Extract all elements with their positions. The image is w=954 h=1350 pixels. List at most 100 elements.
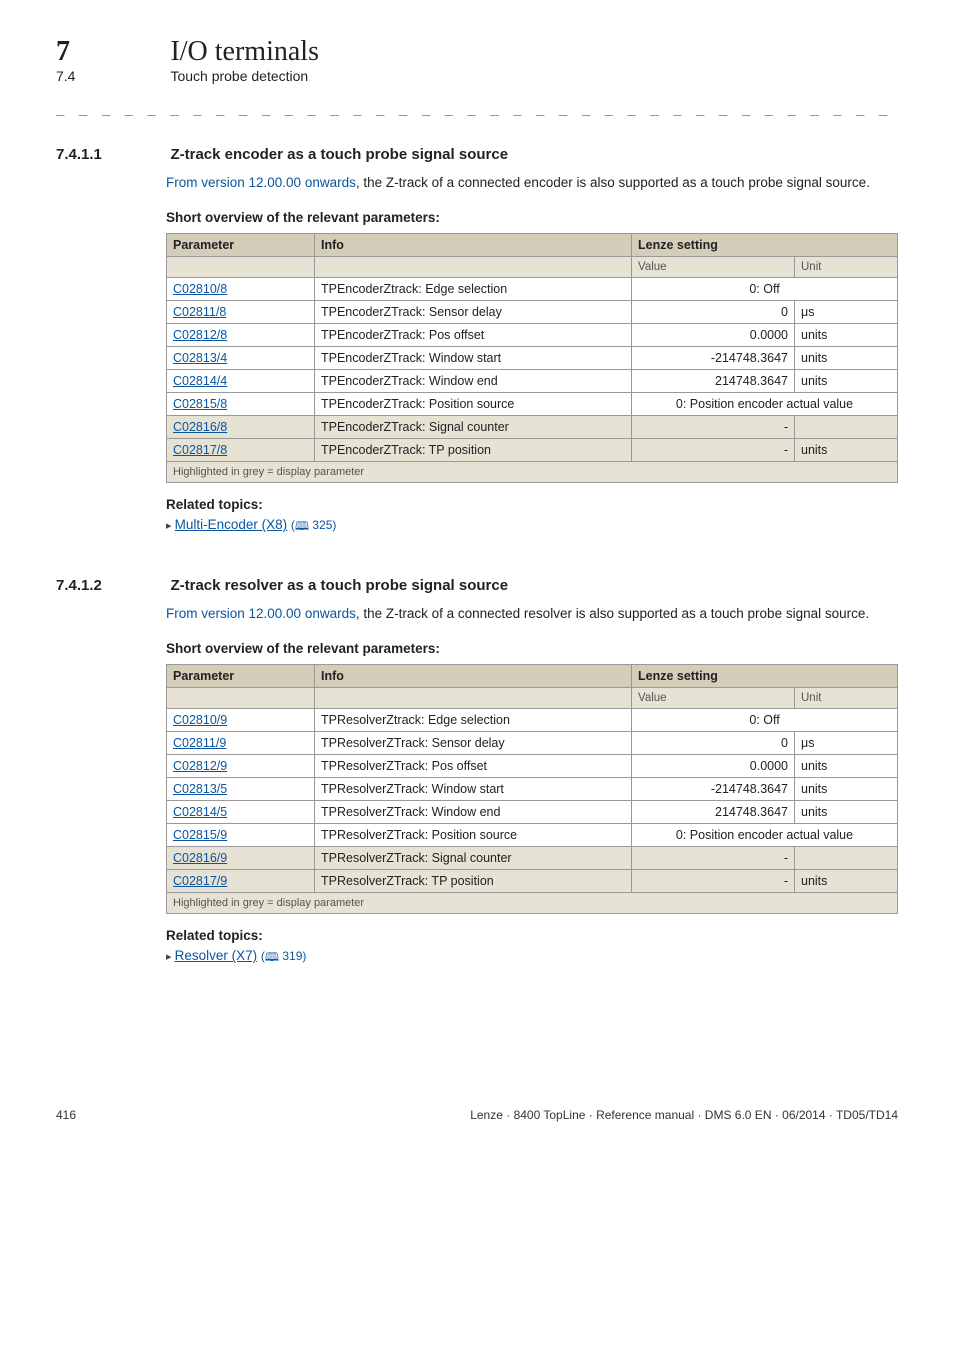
- body-paragraph: From version 12.00.00 onwards, the Z-tra…: [166, 174, 898, 192]
- table-row: C02813/4TPEncoderZTrack: Window start-21…: [167, 347, 898, 370]
- cell-value: -: [632, 870, 795, 893]
- cell-value: 0: Off: [632, 709, 898, 732]
- cell-info: TPResolverZtrack: Edge selection: [315, 709, 632, 732]
- subheader-blank: [167, 688, 315, 709]
- table-row: C02816/9 TPResolverZTrack: Signal counter…: [167, 847, 898, 870]
- subsection-heading: 7.4.1.1 Z-track encoder as a touch probe…: [56, 146, 898, 164]
- heading-number: 7.4.1.2: [56, 577, 166, 594]
- cell-info: TPEncoderZTrack: Pos offset: [315, 324, 632, 347]
- page-number: 416: [56, 1108, 76, 1122]
- cell-info: TPResolverZTrack: Sensor delay: [315, 732, 632, 755]
- related-topics: Related topics: Multi-Encoder (X8) (🕮 32…: [166, 497, 898, 537]
- heading-title: Z-track encoder as a touch probe signal …: [170, 146, 508, 163]
- table-row: C02814/5TPResolverZTrack: Window end2147…: [167, 801, 898, 824]
- footer-reference: Lenze · 8400 TopLine · Reference manual …: [470, 1108, 898, 1122]
- cell-parameter: C02817/9: [167, 870, 315, 893]
- col-subheader-unit: Unit: [795, 688, 898, 709]
- cell-info: TPResolverZTrack: Pos offset: [315, 755, 632, 778]
- cell-parameter: C02816/9: [167, 847, 315, 870]
- parameter-link[interactable]: C02813/5: [173, 782, 227, 796]
- subheader-blank: [167, 257, 315, 278]
- table-row: C02816/8 TPEncoderZTrack: Signal counter-: [167, 416, 898, 439]
- parameter-table: Parameter Info Lenze setting Value Unit …: [166, 233, 898, 483]
- section-number: 7: [56, 36, 166, 68]
- related-item: Resolver (X7) (🕮 319): [166, 947, 898, 968]
- table-foot-row: Highlighted in grey = display parameter: [167, 893, 898, 914]
- parameter-link[interactable]: C02816/8: [173, 420, 227, 434]
- separator-dashes: _ _ _ _ _ _ _ _ _ _ _ _ _ _ _ _ _ _ _ _ …: [56, 100, 898, 116]
- cell-parameter: C02813/5: [167, 778, 315, 801]
- related-link[interactable]: Multi-Encoder (X8): [175, 517, 288, 532]
- cell-parameter: C02814/5: [167, 801, 315, 824]
- parameter-link[interactable]: C02810/8: [173, 282, 227, 296]
- parameter-link[interactable]: C02812/9: [173, 759, 227, 773]
- cell-parameter: C02813/4: [167, 347, 315, 370]
- cell-value: 0: [632, 732, 795, 755]
- cell-parameter: C02815/8: [167, 393, 315, 416]
- body-text: , the Z-track of a connected encoder is …: [356, 175, 870, 190]
- cell-parameter: C02811/8: [167, 301, 315, 324]
- parameter-link[interactable]: C02817/9: [173, 874, 227, 888]
- cell-value: 0: Off: [632, 278, 898, 301]
- cell-info: TPEncoderZTrack: Signal counter: [315, 416, 632, 439]
- heading-number: 7.4.1.1: [56, 146, 166, 163]
- parameter-link[interactable]: C02812/8: [173, 328, 227, 342]
- parameter-link[interactable]: C02810/9: [173, 713, 227, 727]
- cell-parameter: C02812/9: [167, 755, 315, 778]
- cell-unit: units: [795, 778, 898, 801]
- table-row: C02810/8 TPEncoderZtrack: Edge selection0…: [167, 278, 898, 301]
- table-row: C02811/9TPResolverZTrack: Sensor delay0μ…: [167, 732, 898, 755]
- table-foot-note: Highlighted in grey = display parameter: [167, 893, 898, 914]
- book-icon: 🕮: [295, 517, 309, 538]
- table-foot-note: Highlighted in grey = display parameter: [167, 462, 898, 483]
- cell-info: TPResolverZTrack: Window end: [315, 801, 632, 824]
- cell-info: TPEncoderZTrack: Position source: [315, 393, 632, 416]
- cell-unit: [795, 416, 898, 439]
- body-text: , the Z-track of a connected resolver is…: [356, 606, 869, 621]
- col-subheader-value: Value: [632, 688, 795, 709]
- parameter-link[interactable]: C02817/8: [173, 443, 227, 457]
- related-head: Related topics:: [166, 928, 898, 943]
- table-row: C02810/9 TPResolverZtrack: Edge selection…: [167, 709, 898, 732]
- table-foot-row: Highlighted in grey = display parameter: [167, 462, 898, 483]
- related-page: 319: [282, 949, 302, 963]
- cell-unit: [795, 847, 898, 870]
- heading-title: Z-track resolver as a touch probe signal…: [170, 577, 508, 594]
- col-header-info: Info: [315, 665, 632, 688]
- col-subheader-value: Value: [632, 257, 795, 278]
- table-row: C02815/8 TPEncoderZTrack: Position source…: [167, 393, 898, 416]
- parameter-link[interactable]: C02814/5: [173, 805, 227, 819]
- cell-value: -: [632, 416, 795, 439]
- col-subheader-unit: Unit: [795, 257, 898, 278]
- cell-info: TPResolverZTrack: Position source: [315, 824, 632, 847]
- parameter-link[interactable]: C02814/4: [173, 374, 227, 388]
- cell-info: TPResolverZTrack: Signal counter: [315, 847, 632, 870]
- col-header-setting: Lenze setting: [632, 234, 898, 257]
- table-row: C02817/9TPResolverZTrack: TP position-un…: [167, 870, 898, 893]
- parameter-link[interactable]: C02816/9: [173, 851, 227, 865]
- parameter-link[interactable]: C02811/8: [173, 305, 226, 319]
- table-row: C02817/8TPEncoderZTrack: TP position-uni…: [167, 439, 898, 462]
- parameter-link[interactable]: C02811/9: [173, 736, 226, 750]
- cell-value: 0.0000: [632, 324, 795, 347]
- related-head: Related topics:: [166, 497, 898, 512]
- table-row: C02814/4TPEncoderZTrack: Window end21474…: [167, 370, 898, 393]
- cell-value: 0: Position encoder actual value: [632, 393, 898, 416]
- cell-info: TPEncoderZTrack: Window end: [315, 370, 632, 393]
- parameter-link[interactable]: C02815/9: [173, 828, 227, 842]
- cell-info: TPEncoderZtrack: Edge selection: [315, 278, 632, 301]
- table-caption: Short overview of the relevant parameter…: [166, 210, 898, 225]
- cell-value: -: [632, 439, 795, 462]
- cell-info: TPEncoderZTrack: Sensor delay: [315, 301, 632, 324]
- subheader-blank: [315, 688, 632, 709]
- page-header: 7 I/O terminals 7.4 Touch probe detectio…: [56, 36, 898, 86]
- parameter-link[interactable]: C02813/4: [173, 351, 227, 365]
- cell-unit: units: [795, 439, 898, 462]
- parameter-link[interactable]: C02815/8: [173, 397, 227, 411]
- parameter-table: Parameter Info Lenze setting Value Unit …: [166, 664, 898, 914]
- cell-parameter: C02814/4: [167, 370, 315, 393]
- cell-value: -214748.3647: [632, 347, 795, 370]
- version-note: From version 12.00.00 onwards: [166, 175, 356, 190]
- related-link[interactable]: Resolver (X7): [175, 948, 258, 963]
- subsection-title: Touch probe detection: [170, 68, 308, 84]
